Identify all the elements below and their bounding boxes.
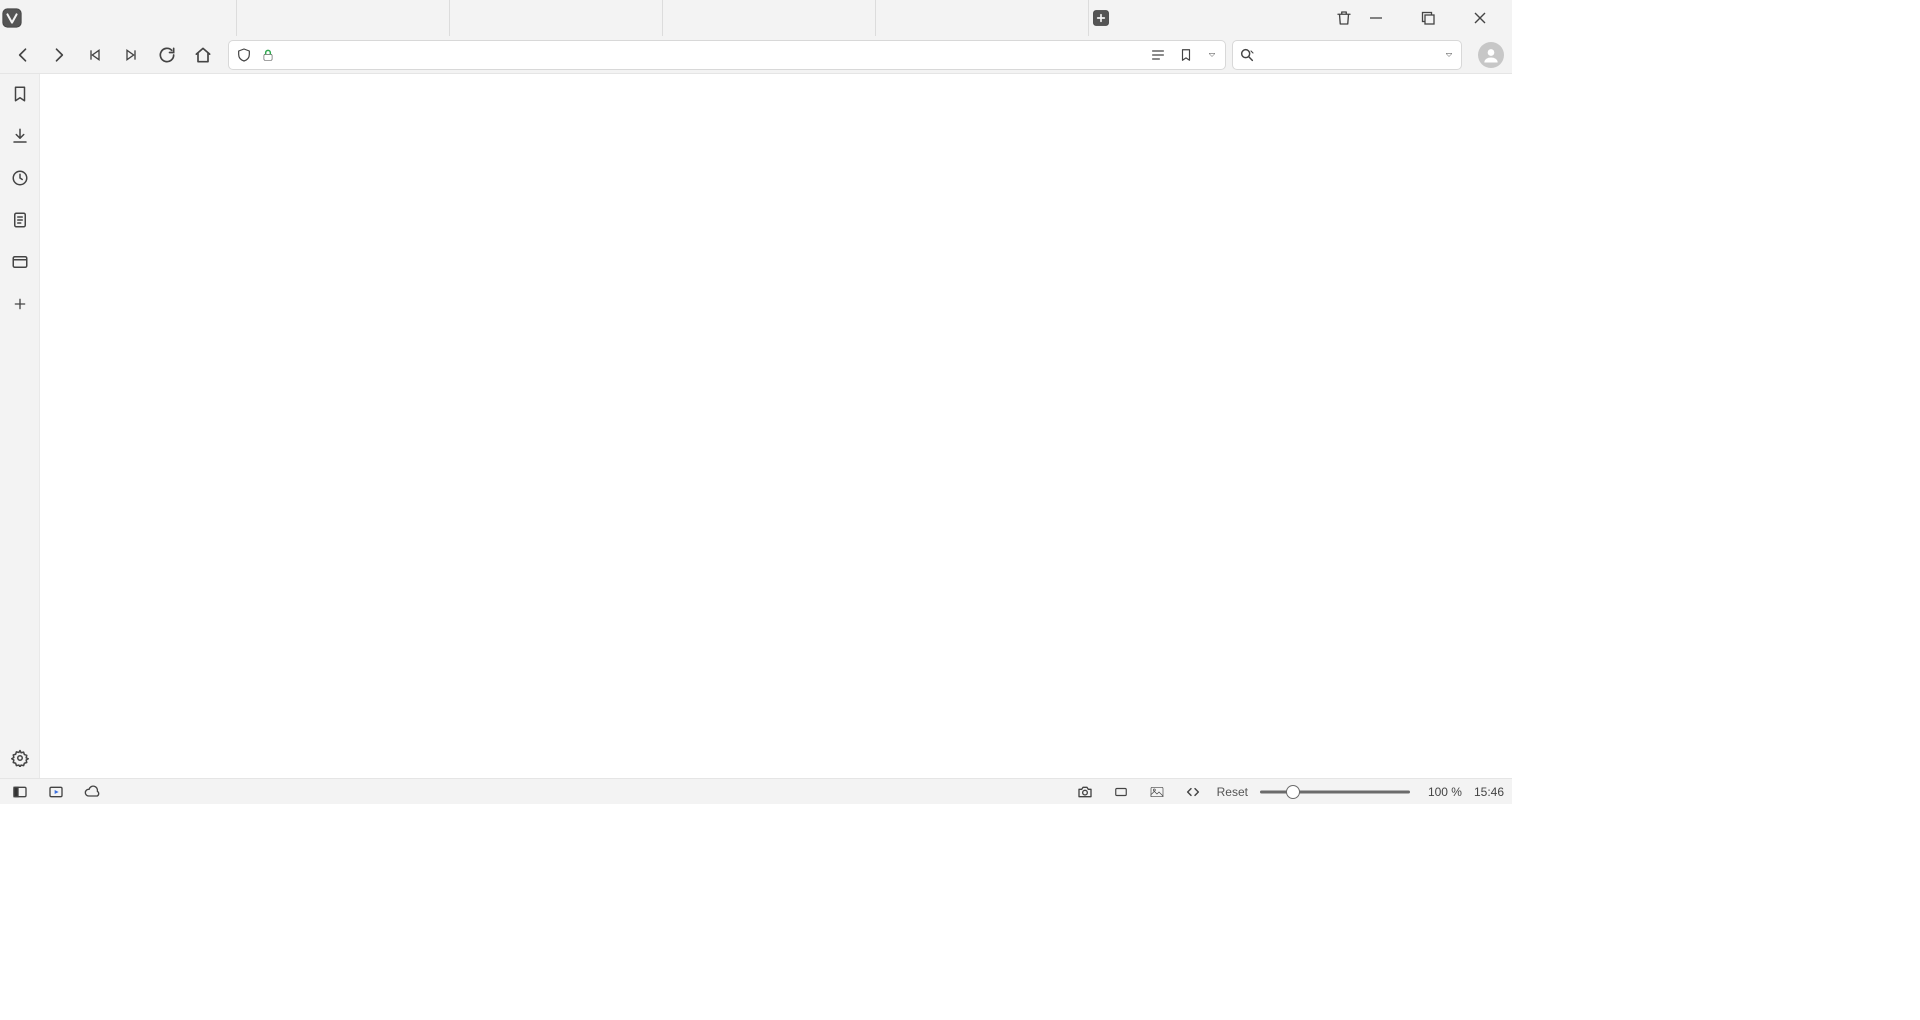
lock-icon: [261, 48, 275, 62]
browser-tab[interactable]: [237, 0, 450, 36]
home-icon: [193, 45, 213, 65]
skip-back-icon: [87, 47, 103, 63]
bookmark-icon: [11, 85, 29, 103]
zoom-percent-label[interactable]: 100 %: [1422, 785, 1462, 799]
reload-button[interactable]: [156, 43, 178, 67]
window-icon: [11, 253, 29, 271]
zoom-reset-button[interactable]: Reset: [1217, 785, 1248, 799]
tabs-area: [24, 0, 1089, 36]
trash-button[interactable]: [1332, 6, 1356, 30]
tab-strip: [0, 0, 1512, 36]
clock-icon: [11, 169, 29, 187]
vivaldi-menu-button[interactable]: [0, 6, 24, 30]
panel-bar: [0, 74, 40, 778]
browser-tab[interactable]: [663, 0, 876, 36]
settings-panel-button[interactable]: [8, 746, 32, 770]
download-icon: [11, 127, 29, 145]
search-icon: [1239, 47, 1255, 63]
tracker-blocker-button[interactable]: [235, 43, 253, 67]
maximize-button[interactable]: [1416, 6, 1440, 30]
address-bar[interactable]: [228, 40, 1226, 70]
address-toolbar: [0, 36, 1512, 74]
close-window-button[interactable]: [1468, 6, 1492, 30]
window-panel-button[interactable]: [8, 250, 32, 274]
code-icon: [1184, 784, 1202, 800]
downloads-panel-button[interactable]: [8, 124, 32, 148]
status-clock[interactable]: 15:46: [1474, 785, 1504, 799]
search-dropdown-button[interactable]: [1443, 43, 1455, 67]
zoom-slider[interactable]: [1260, 785, 1410, 799]
history-panel-button[interactable]: [8, 166, 32, 190]
shield-icon: [236, 47, 252, 63]
page-content: [40, 74, 1512, 778]
home-button[interactable]: [192, 43, 214, 67]
zoom-slider-track: [1260, 790, 1410, 793]
panel-toggle-button[interactable]: [8, 780, 32, 804]
notes-panel-button[interactable]: [8, 208, 32, 232]
address-dropdown-button[interactable]: [1205, 43, 1219, 67]
chevron-down-icon: [1443, 49, 1455, 61]
url-input[interactable]: [283, 47, 1137, 62]
nav-buttons: [8, 43, 218, 67]
plus-icon: [12, 296, 28, 312]
forward-button[interactable]: [48, 43, 70, 67]
plus-square-icon: [1091, 8, 1111, 28]
media-button[interactable]: [44, 780, 68, 804]
minimize-icon: [1369, 11, 1383, 25]
vivaldi-logo-icon: [1, 7, 23, 29]
status-bar: Reset 100 % 15:46: [0, 778, 1512, 804]
tiling-button[interactable]: [1109, 780, 1133, 804]
reload-icon: [157, 45, 177, 65]
new-tab-button[interactable]: [1089, 6, 1113, 30]
browser-tab[interactable]: [24, 0, 237, 36]
bookmark-icon: [1179, 47, 1193, 63]
browser-tab[interactable]: [876, 0, 1089, 36]
play-box-icon: [47, 784, 65, 800]
site-info-button[interactable]: [259, 43, 277, 67]
camera-icon: [1076, 784, 1094, 800]
browser-tab[interactable]: [450, 0, 663, 36]
address-container: [228, 40, 1462, 70]
skip-forward-icon: [123, 47, 139, 63]
capture-button[interactable]: [1073, 780, 1097, 804]
body-row: [0, 74, 1512, 778]
avatar-icon: [1481, 45, 1501, 65]
reader-view-button[interactable]: [1149, 43, 1167, 67]
chevron-down-icon: [1206, 49, 1218, 61]
images-toggle-button[interactable]: [1145, 780, 1169, 804]
rewind-button[interactable]: [84, 43, 106, 67]
fast-forward-button[interactable]: [120, 43, 142, 67]
window-controls: [1356, 6, 1512, 30]
search-input[interactable]: [1261, 47, 1437, 62]
cloud-icon: [82, 784, 102, 800]
chevron-right-icon: [49, 45, 69, 65]
close-icon: [1473, 11, 1487, 25]
image-icon: [1148, 784, 1166, 800]
gear-icon: [11, 749, 29, 767]
panel-toggle-icon: [11, 784, 29, 800]
sync-status-button[interactable]: [80, 780, 104, 804]
zoom-slider-thumb[interactable]: [1286, 785, 1300, 799]
search-engine-button[interactable]: [1239, 43, 1255, 67]
rectangle-icon: [1112, 785, 1130, 799]
add-panel-button[interactable]: [8, 292, 32, 316]
search-field[interactable]: [1232, 40, 1462, 70]
minimize-button[interactable]: [1364, 6, 1388, 30]
bookmarks-panel-button[interactable]: [8, 82, 32, 106]
bookmark-page-button[interactable]: [1177, 43, 1195, 67]
chevron-left-icon: [13, 45, 33, 65]
back-button[interactable]: [12, 43, 34, 67]
reader-icon: [1150, 47, 1166, 63]
trash-icon: [1335, 9, 1353, 27]
profile-button[interactable]: [1478, 42, 1504, 68]
notes-icon: [11, 211, 29, 229]
maximize-icon: [1421, 11, 1435, 25]
page-actions-button[interactable]: [1181, 780, 1205, 804]
